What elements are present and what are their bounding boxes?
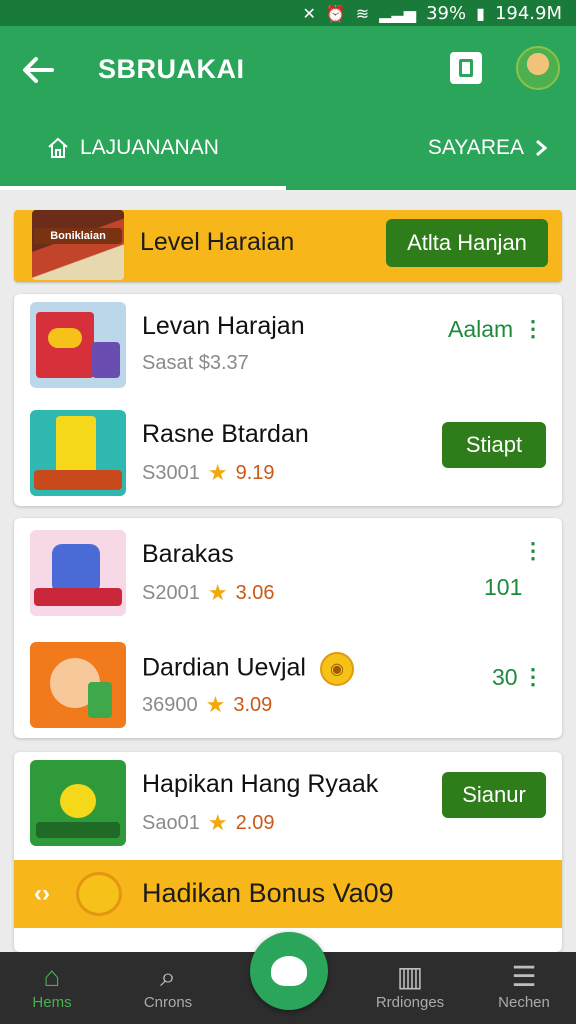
nav-more[interactable]: ☰ Nechen <box>474 960 574 1011</box>
alarm-icon: ⏰ <box>325 3 346 23</box>
list-item[interactable]: Levan Harajan Sasat $3.37 Aalam ⋮ <box>14 294 562 394</box>
bonus-label: Hadikan Bonus Va09 <box>142 878 394 908</box>
item-action[interactable]: 101 <box>484 574 522 601</box>
chevron-icon: ‹› <box>34 880 50 907</box>
chat-icon <box>271 956 307 986</box>
mute-icon: ✕ <box>302 3 316 23</box>
item-button[interactable]: Stiapt <box>442 422 546 468</box>
item-thumbnail <box>30 642 126 728</box>
search-icon: ⌕ <box>160 961 176 992</box>
menu-icon: ☰ <box>511 961 537 992</box>
banner-image-label: Boniklaian <box>34 228 122 244</box>
item-count: 36900 <box>142 693 198 716</box>
app-bar: SBRUAKAI LAJUANANAN SAYAREA <box>0 26 576 190</box>
item-meta: 36900 ★ 3.09 <box>142 692 272 718</box>
status-time: 194.9M <box>494 2 562 24</box>
item-action[interactable]: Aalam <box>448 316 513 343</box>
star-icon: ★ <box>205 692 226 717</box>
ranking-icon: ▥ <box>396 961 424 992</box>
nav-label: Hems <box>32 994 72 1011</box>
star-icon: ★ <box>207 460 228 485</box>
list-card: Levan Harajan Sasat $3.37 Aalam ⋮ Rasne … <box>14 294 562 506</box>
tab-label: LAJUANANAN <box>80 136 219 159</box>
home-icon: ⌂ <box>43 961 61 992</box>
item-meta: Sasat $3.37 <box>142 352 249 375</box>
banner-label: Level Haraian <box>140 228 295 256</box>
item-name: Dardian Uevjal ◉ <box>142 652 354 686</box>
level-banner[interactable]: Boniklaian Level Haraian Atlta Hanjan <box>14 210 562 282</box>
item-count: S3001 <box>142 461 200 484</box>
nav-home[interactable]: ⌂ Hems <box>2 960 102 1011</box>
more-vert-icon[interactable]: ⋮ <box>522 538 544 564</box>
banner-button[interactable]: Atlta Hanjan <box>386 219 548 267</box>
list-item[interactable]: Rasne Btardan S3001 ★ 9.19 Stiapt <box>14 402 562 502</box>
chat-bubble-icon <box>76 872 122 916</box>
list-item[interactable]: Dardian Uevjal ◉ 36900 ★ 3.09 30 ⋮ <box>14 634 562 734</box>
item-count: Sao01 <box>142 811 200 834</box>
tab-indicator <box>0 186 286 190</box>
tab-label: SAYAREA <box>427 136 524 159</box>
item-rating: 2.09 <box>235 811 275 834</box>
list-card: Barakas S2001 ★ 3.06 ⋮ 101 Dardian Uevja… <box>14 518 562 738</box>
status-bar: ✕ ⏰ ≋ ▂▃▅ 39% ▮ 194.9M <box>0 0 576 26</box>
item-meta: Sao01 ★ 2.09 <box>142 810 275 836</box>
square-icon[interactable] <box>450 52 482 84</box>
tab-sayarea[interactable]: SAYAREA <box>428 136 548 160</box>
wifi-icon: ≋ <box>355 3 370 23</box>
item-name: Barakas <box>142 540 234 568</box>
item-rating: 3.06 <box>235 581 275 604</box>
item-button[interactable]: Sianur <box>442 772 546 818</box>
nav-label: Nechen <box>498 994 550 1011</box>
star-icon: ★ <box>207 580 228 605</box>
tab-lajuananan[interactable]: LAJUANANAN <box>46 136 219 160</box>
nav-rankings[interactable]: ▥ Rrdionges <box>360 960 460 1011</box>
page-title: SBRUAKAI <box>98 54 245 84</box>
battery-icon: ▮ <box>476 3 485 23</box>
list-item[interactable]: Hapikan Hang Ryaak Sao01 ★ 2.09 Sianur <box>14 752 562 852</box>
banner-image: Boniklaian <box>32 210 124 280</box>
item-name: Levan Harajan <box>142 312 305 340</box>
list-item[interactable]: Barakas S2001 ★ 3.06 ⋮ 101 <box>14 522 562 622</box>
item-rating: 3.09 <box>233 693 273 716</box>
item-action[interactable]: 30 <box>492 664 518 691</box>
item-name: Hapikan Hang Ryaak <box>142 770 379 798</box>
item-rating: 9.19 <box>235 461 275 484</box>
back-arrow-icon[interactable] <box>18 50 58 90</box>
star-icon: ★ <box>207 810 228 835</box>
item-thumbnail <box>30 410 126 496</box>
more-vert-icon[interactable]: ⋮ <box>522 664 544 690</box>
battery-percent: 39% <box>426 2 467 24</box>
bonus-banner[interactable]: ‹› Hadikan Bonus Va09 <box>14 860 562 928</box>
item-meta: S2001 ★ 3.06 <box>142 580 275 606</box>
chevron-right-icon <box>536 139 548 157</box>
nav-label: Rrdionges <box>375 994 445 1011</box>
more-vert-icon[interactable]: ⋮ <box>522 316 544 342</box>
nav-label: Cnrons <box>143 994 193 1011</box>
avatar[interactable] <box>516 46 560 90</box>
home-icon <box>48 137 68 158</box>
signal-icon: ▂▃▅ <box>379 3 417 23</box>
item-thumbnail <box>30 760 126 846</box>
item-price: Sasat $3.37 <box>142 352 249 374</box>
item-meta: S3001 ★ 9.19 <box>142 460 275 486</box>
nav-categories[interactable]: ⌕ Cnrons <box>118 960 218 1011</box>
item-thumbnail <box>30 530 126 616</box>
coin-icon: ◉ <box>319 652 354 686</box>
chat-fab-button[interactable] <box>250 932 328 1010</box>
item-thumbnail <box>30 302 126 388</box>
item-count: S2001 <box>142 581 200 604</box>
item-name: Rasne Btardan <box>142 420 309 448</box>
